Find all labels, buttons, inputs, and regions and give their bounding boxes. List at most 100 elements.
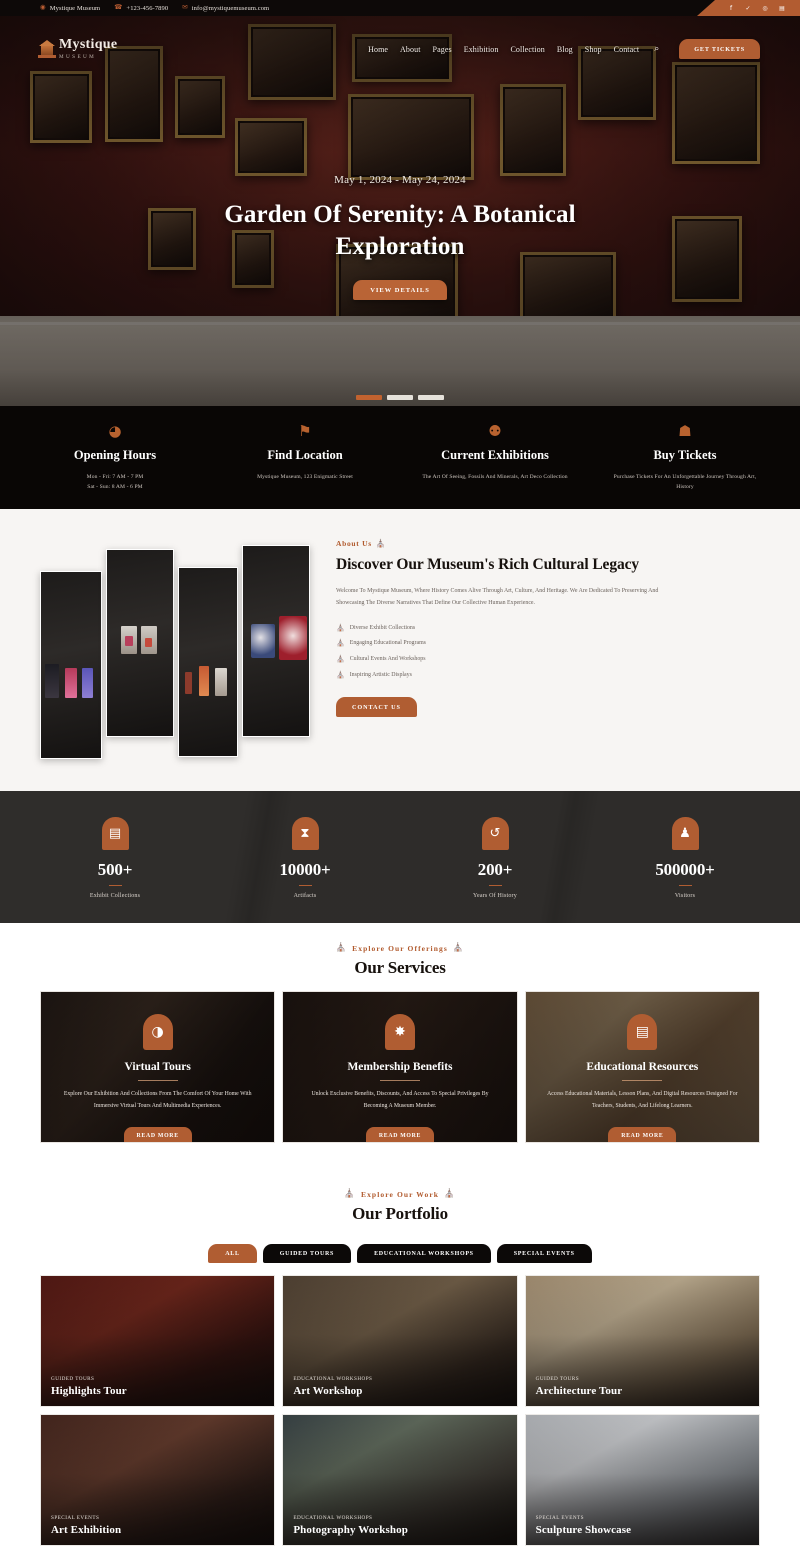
- top-email[interactable]: ✉ info@mystiquemuseum.com: [182, 4, 269, 11]
- list-item: ⛪ Engaging Educational Programs: [336, 636, 760, 652]
- facebook-icon[interactable]: f: [727, 4, 735, 12]
- nav-item-shop[interactable]: Shop: [585, 45, 602, 54]
- stat-years-of-history: ↺ 200+ Years Of History: [400, 816, 590, 900]
- get-tickets-button[interactable]: GET TICKETS: [679, 39, 760, 59]
- top-contact-bar: ◉ Mystique Museum ☎ +123-456-7890 ✉ info…: [0, 0, 800, 16]
- nav-item-exhibition[interactable]: Exhibition: [464, 45, 499, 54]
- linkedin-icon[interactable]: ▤: [778, 4, 786, 12]
- hero-view-details-button[interactable]: VIEW DETAILS: [353, 280, 447, 300]
- info-title: Opening Hours: [73, 448, 157, 462]
- map-marker-icon: ⚑: [298, 422, 312, 440]
- portfolio-item-highlights-tour[interactable]: GUIDED TOURS Highlights Tour: [40, 1275, 276, 1408]
- service-card-educational-resources[interactable]: ▤ Educational Resources Access Education…: [524, 991, 760, 1144]
- gallery-photo-2: [106, 548, 174, 737]
- info-find-location[interactable]: ⚑ Find Location Mystique Museum, 123 Eni…: [210, 424, 400, 493]
- portfolio-name: Art Workshop: [293, 1385, 363, 1398]
- top-phone-label: +123-456-7890: [126, 4, 169, 12]
- service-card-virtual-tours[interactable]: ◑ Virtual Tours Explore Our Exhibition A…: [40, 991, 276, 1144]
- portfolio-item-architecture-tour[interactable]: GUIDED TOURS Architecture Tour: [524, 1275, 760, 1408]
- portfolio-item-art-workshop[interactable]: EDUCATIONAL WORKSHOPS Art Workshop: [282, 1275, 518, 1408]
- badge-star-icon: ✸: [384, 1014, 415, 1051]
- slider-dot-2[interactable]: [387, 395, 413, 400]
- info-line-2: Sat - Sun: 8 AM - 6 PM: [87, 484, 143, 491]
- list-item: ⛪ Inspiring Artistic Displays: [336, 667, 760, 683]
- logo-subtitle: MUSEUM: [59, 54, 97, 60]
- portfolio-category: GUIDED TOURS: [535, 1376, 580, 1383]
- contact-us-button[interactable]: CONTACT US: [336, 697, 417, 717]
- nav-item-pages[interactable]: Pages: [433, 45, 452, 54]
- service-title: Membership Benefits: [299, 1061, 500, 1081]
- top-phone[interactable]: ☎ +123-456-7890: [114, 4, 169, 12]
- nav-menu: Home About Pages Exhibition Collection B…: [368, 39, 760, 59]
- list-item-label: Cultural Events And Workshops: [349, 655, 426, 662]
- services-eyebrow: ⛪ Explore Our Offerings ⛪: [0, 943, 800, 953]
- about-paragraph: Welcome To Mystique Museum, Where Histor…: [336, 587, 659, 606]
- list-item: ⛪ Diverse Exhibit Collections: [336, 620, 760, 636]
- hero-content: May 1, 2024 - May 24, 2024 Garden Of Ser…: [0, 174, 800, 300]
- stat-label: Years Of History: [473, 893, 517, 900]
- service-card-membership-benefits[interactable]: ✸ Membership Benefits Unlock Exclusive B…: [282, 991, 518, 1144]
- info-buy-tickets[interactable]: ☗ Buy Tickets Purchase Tickets For An Un…: [590, 424, 780, 493]
- museum-icon: ⛪: [336, 654, 345, 663]
- portfolio-name: Architecture Tour: [535, 1385, 623, 1398]
- portfolio-category: GUIDED TOURS: [51, 1376, 95, 1383]
- location-pin-icon: ◉: [40, 3, 46, 11]
- museum-icon: ⛪: [336, 670, 345, 679]
- service-text: Explore Our Exhibition And Collections F…: [63, 1091, 252, 1109]
- history-icon: ↺: [481, 816, 509, 850]
- list-item-label: Inspiring Artistic Displays: [349, 671, 412, 678]
- museum-icon: ⛪: [344, 1189, 356, 1200]
- hero-title: Garden Of Serenity: A Botanical Explorat…: [224, 201, 576, 260]
- binoculars-icon: ⚉: [488, 422, 502, 440]
- portfolio-name: Photography Workshop: [293, 1524, 408, 1537]
- portfolio-category: SPECIAL EVENTS: [51, 1515, 100, 1522]
- filter-guided-tours[interactable]: GUIDED TOURS: [262, 1244, 352, 1264]
- filter-special-events[interactable]: SPECIAL EVENTS: [496, 1244, 592, 1264]
- ticket-icon: ☗: [678, 422, 692, 440]
- filter-educational-workshops[interactable]: EDUCATIONAL WORKSHOPS: [357, 1244, 491, 1264]
- book-icon: ▤: [101, 816, 129, 850]
- portfolio-category: EDUCATIONAL WORKSHOPS: [293, 1515, 373, 1522]
- slider-dot-3[interactable]: [418, 395, 444, 400]
- info-current-exhibitions[interactable]: ⚉ Current Exhibitions The Art Of Seeing,…: [400, 424, 590, 493]
- services-section-header: ⛪ Explore Our Offerings ⛪ Our Services: [0, 923, 800, 991]
- search-icon[interactable]: ⌕: [654, 44, 659, 54]
- site-logo[interactable]: Mystique MUSEUM: [38, 37, 118, 60]
- hero-date: May 1, 2024 - May 24, 2024: [334, 174, 466, 186]
- nav-item-contact[interactable]: Contact: [614, 45, 640, 54]
- services-eyebrow-label: Explore Our Offerings: [352, 943, 448, 953]
- stat-artifacts: ⧗ 10000+ Artifacts: [210, 816, 400, 899]
- clock-icon: ◕: [108, 422, 122, 440]
- stat-number: 500+: [20, 860, 210, 887]
- list-item-label: Diverse Exhibit Collections: [349, 624, 416, 631]
- service-title: Virtual Tours: [57, 1061, 258, 1081]
- read-more-button[interactable]: READ MORE: [123, 1126, 192, 1143]
- gallery-photo-3: [178, 566, 238, 757]
- service-title: Educational Resources: [542, 1061, 743, 1081]
- people-icon: ♟: [671, 816, 699, 850]
- read-more-button[interactable]: READ MORE: [365, 1126, 435, 1143]
- main-navigation: Mystique MUSEUM Home About Pages Exhibit…: [0, 32, 800, 66]
- filter-all[interactable]: ALL: [208, 1244, 257, 1264]
- nav-item-blog[interactable]: Blog: [557, 45, 573, 54]
- list-item: ⛪ Cultural Events And Workshops: [336, 652, 760, 668]
- slider-dot-1[interactable]: [356, 395, 382, 400]
- instagram-icon[interactable]: ◎: [761, 4, 769, 12]
- nav-item-about[interactable]: About: [400, 45, 421, 54]
- info-line-1: The Art Of Seeing, Fossils And Minerals,…: [422, 474, 568, 480]
- museum-icon: ⛪: [336, 639, 345, 648]
- portfolio-category: EDUCATIONAL WORKSHOPS: [293, 1376, 373, 1383]
- page-root: ◉ Mystique Museum ☎ +123-456-7890 ✉ info…: [0, 0, 800, 1560]
- logo-name: Mystique: [59, 37, 118, 52]
- about-section: About Us ⛪ Discover Our Museum's Rich Cu…: [0, 508, 800, 791]
- museum-icon: ⛪: [336, 623, 345, 632]
- top-museum-name: ◉ Mystique Museum: [40, 3, 100, 11]
- twitter-icon[interactable]: ✓: [744, 4, 752, 12]
- info-opening-hours[interactable]: ◕ Opening Hours Mon - Fri: 7 AM - 7 PM S…: [20, 424, 210, 493]
- stat-visitors: ♟ 500000+ Visitors: [590, 816, 780, 899]
- nav-item-collection[interactable]: Collection: [511, 45, 545, 54]
- read-more-button[interactable]: READ MORE: [608, 1126, 677, 1143]
- portfolio-grid: GUIDED TOURS Highlights Tour EDUCATIONAL…: [0, 1275, 800, 1560]
- book-open-icon: ▤: [627, 1014, 658, 1051]
- nav-item-home[interactable]: Home: [368, 45, 388, 54]
